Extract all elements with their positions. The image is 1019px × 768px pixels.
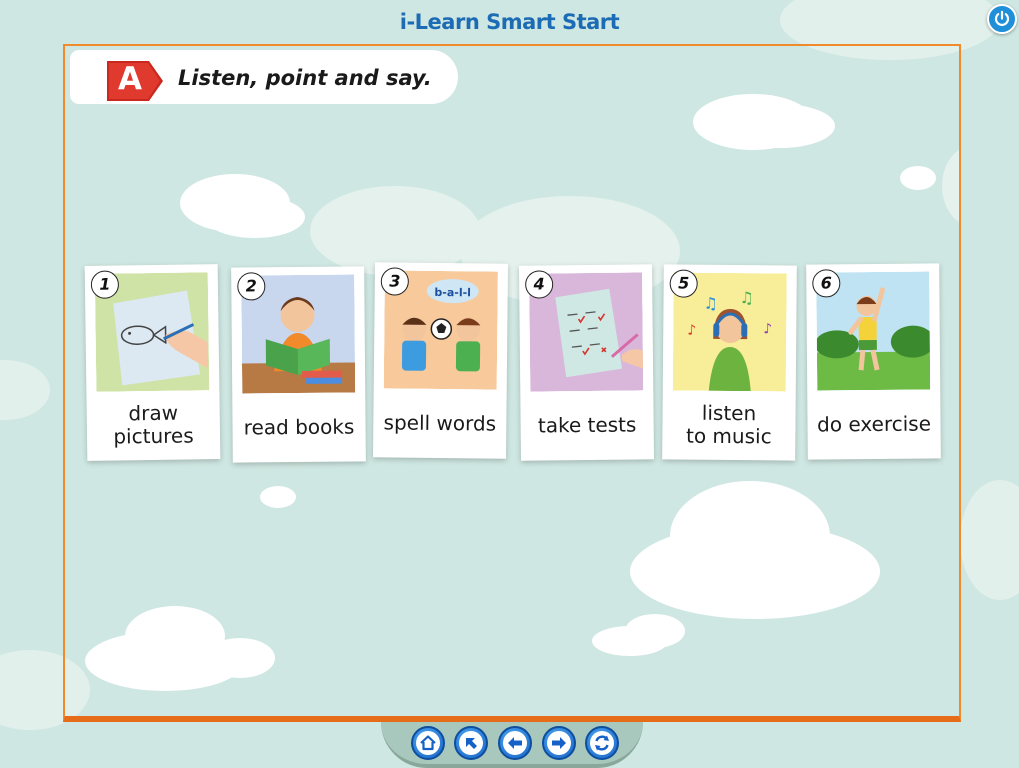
card-number: 5 xyxy=(669,269,698,298)
exercise-badge: A xyxy=(105,59,163,102)
previous-button[interactable] xyxy=(498,726,532,760)
arrow-right-icon xyxy=(547,731,571,755)
app-title: i-Learn Smart Start xyxy=(399,10,620,34)
vocab-card-read-books[interactable]: 2 read books xyxy=(231,266,366,463)
vocab-card-draw-pictures[interactable]: 1 draw pictures xyxy=(84,264,221,461)
card-number: 3 xyxy=(380,267,409,296)
cloud xyxy=(205,638,275,678)
card-caption: draw pictures xyxy=(113,400,194,449)
next-button[interactable] xyxy=(542,726,576,760)
back-to-menu-button[interactable] xyxy=(454,726,488,760)
vocab-card-do-exercise[interactable]: 6 do exercise xyxy=(806,263,941,460)
cloud xyxy=(725,104,835,148)
vocab-card-listen-to-music[interactable]: 5 ♫ ♫ ♪ ♪ listen to music xyxy=(662,264,797,461)
cloud xyxy=(630,524,880,619)
background-cloud xyxy=(960,480,1019,600)
cloud xyxy=(900,166,936,190)
svg-text:♪: ♪ xyxy=(687,323,696,339)
replay-button[interactable] xyxy=(585,726,619,760)
exercise-instruction: Listen, point and say. xyxy=(178,66,432,90)
card-caption: spell words xyxy=(383,409,497,436)
card-caption: do exercise xyxy=(817,411,932,436)
refresh-icon xyxy=(590,731,614,755)
exercise-header: A Listen, point and say. xyxy=(70,50,458,104)
card-number: 2 xyxy=(237,272,266,301)
card-number: 6 xyxy=(812,269,841,298)
card-caption: listen to music xyxy=(685,400,772,449)
cloud xyxy=(260,486,296,508)
exercise-letter: A xyxy=(118,61,142,97)
cloud xyxy=(205,196,305,238)
vocab-card-take-tests[interactable]: 4 take tests xyxy=(518,264,655,461)
card-number: 4 xyxy=(525,270,554,299)
speech-bubble-text: b-a-l-l xyxy=(434,286,471,299)
arrow-up-left-icon xyxy=(459,731,483,755)
power-button[interactable] xyxy=(987,4,1017,34)
card-caption: read books xyxy=(243,414,355,439)
cloud xyxy=(942,146,959,226)
svg-text:♪: ♪ xyxy=(763,321,772,337)
lesson-frame: A Listen, point and say. 1 draw pictures… xyxy=(63,44,961,722)
card-caption: take tests xyxy=(537,411,637,438)
home-button[interactable] xyxy=(411,726,445,760)
arrow-left-icon xyxy=(503,731,527,755)
home-icon xyxy=(416,731,440,755)
cloud xyxy=(625,614,685,648)
svg-text:♫: ♫ xyxy=(703,294,718,313)
svg-text:♫: ♫ xyxy=(739,288,754,307)
background-cloud xyxy=(0,360,50,420)
power-icon xyxy=(994,10,1010,26)
vocab-card-spell-words[interactable]: 3 b-a-l-l spell words xyxy=(372,262,509,459)
